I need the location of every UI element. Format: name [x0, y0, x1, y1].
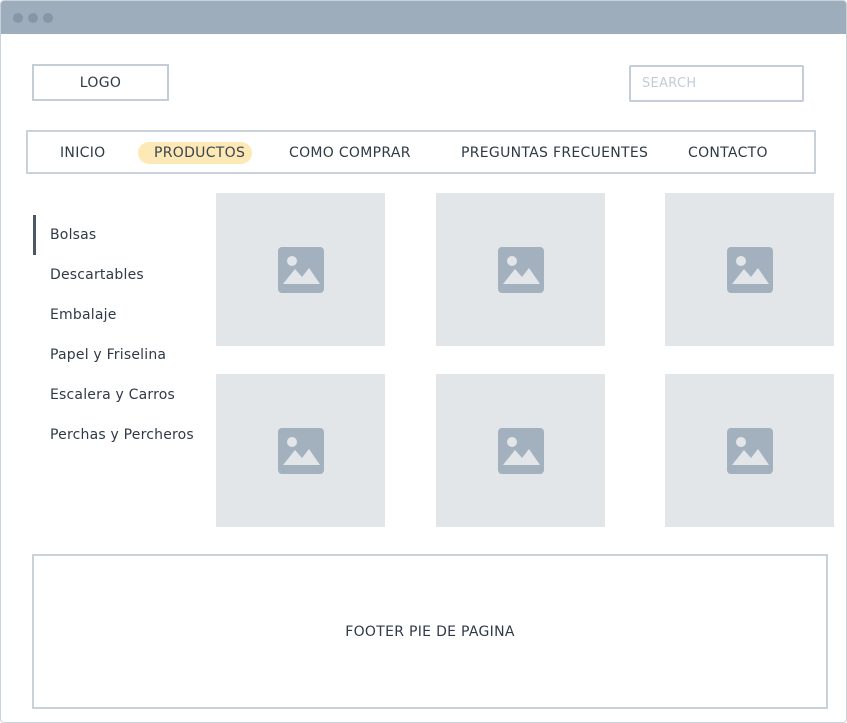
sidebar-item-escalera-y-carros[interactable]: Escalera y Carros	[50, 387, 175, 403]
browser-window: LOGO INICIO PRODUCTOS COMO COMPRAR PREGU…	[0, 0, 847, 723]
logo[interactable]: LOGO	[32, 64, 169, 101]
image-placeholder-icon	[497, 427, 544, 474]
product-tile[interactable]	[216, 374, 385, 527]
product-tile[interactable]	[216, 193, 385, 346]
footer: FOOTER PIE DE PAGINA	[32, 554, 828, 709]
sidebar-selected-indicator	[33, 215, 36, 255]
sidebar-item-bolsas[interactable]: Bolsas	[50, 227, 96, 243]
nav-item-preguntas-frecuentes[interactable]: PREGUNTAS FRECUENTES	[461, 142, 648, 164]
image-placeholder-icon	[726, 246, 773, 293]
product-tile[interactable]	[436, 374, 605, 527]
nav-item-contacto[interactable]: CONTACTO	[688, 142, 768, 164]
window-control-close[interactable]	[13, 13, 23, 23]
window-titlebar	[1, 1, 846, 34]
product-tile[interactable]	[436, 193, 605, 346]
sidebar-item-papel-y-friselina[interactable]: Papel y Friselina	[50, 347, 166, 363]
main-nav: INICIO PRODUCTOS COMO COMPRAR PREGUNTAS …	[26, 130, 816, 174]
nav-item-inicio[interactable]: INICIO	[60, 142, 105, 164]
window-control-maximize[interactable]	[43, 13, 53, 23]
image-placeholder-icon	[277, 246, 324, 293]
product-tile[interactable]	[665, 374, 834, 527]
window-control-minimize[interactable]	[28, 13, 38, 23]
nav-item-productos[interactable]: PRODUCTOS	[138, 142, 253, 164]
nav-item-como-comprar[interactable]: COMO COMPRAR	[289, 142, 411, 164]
sidebar-item-descartables[interactable]: Descartables	[50, 267, 144, 283]
image-placeholder-icon	[497, 246, 544, 293]
product-tile[interactable]	[665, 193, 834, 346]
sidebar-item-embalaje[interactable]: Embalaje	[50, 307, 117, 323]
image-placeholder-icon	[726, 427, 773, 474]
search-input[interactable]	[629, 65, 804, 102]
footer-text: FOOTER PIE DE PAGINA	[345, 623, 515, 640]
sidebar-item-perchas-y-percheros[interactable]: Perchas y Percheros	[50, 427, 194, 443]
image-placeholder-icon	[277, 427, 324, 474]
